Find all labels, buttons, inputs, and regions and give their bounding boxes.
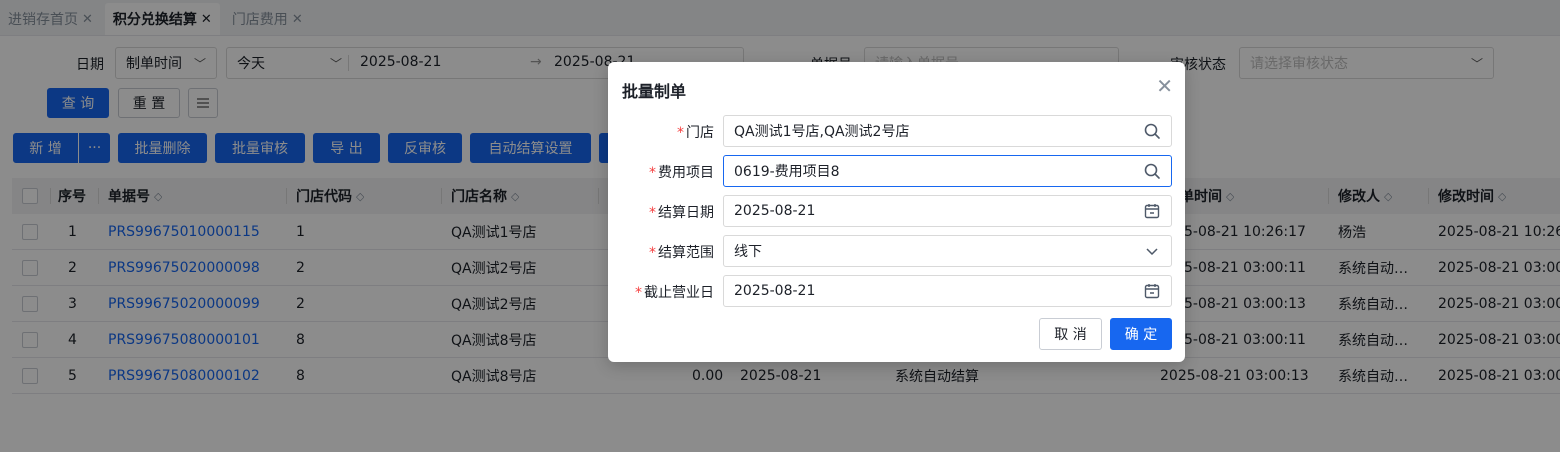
settle-date-field-row: * 结算日期 2025-08-21 (608, 195, 1185, 227)
cutoff-date-field-row: * 截止营业日 2025-08-21 (608, 275, 1185, 307)
confirm-button[interactable]: 确 定 (1110, 318, 1172, 350)
required-mark: * (649, 245, 656, 261)
search-icon[interactable] (1143, 162, 1161, 180)
chevron-down-icon (1146, 248, 1158, 256)
close-icon[interactable]: ✕ (1156, 74, 1173, 98)
store-field-row: * 门店 QA测试1号店,QA测试2号店 (608, 115, 1185, 147)
expense-item-label: * 费用项目 (649, 162, 714, 182)
required-mark: * (635, 285, 642, 301)
settle-scope-label: * 结算范围 (649, 242, 714, 262)
cutoff-date-picker[interactable]: 2025-08-21 (723, 275, 1172, 307)
settle-date-value: 2025-08-21 (734, 203, 816, 219)
required-mark: * (677, 125, 684, 141)
settle-scope-select[interactable]: 线下 (723, 235, 1172, 267)
batch-create-dialog: 批量制单 ✕ * 门店 QA测试1号店,QA测试2号店 * 费用项目 0619-费用… (608, 62, 1185, 362)
cutoff-date-label: * 截止营业日 (635, 282, 714, 302)
label-text: 截止营业日 (644, 285, 714, 301)
label-text: 门店 (686, 125, 714, 141)
calendar-icon[interactable] (1143, 202, 1161, 220)
label-text: 结算范围 (658, 245, 714, 261)
expense-item-input[interactable]: 0619-费用项目8 (723, 155, 1172, 187)
label-text: 结算日期 (658, 205, 714, 221)
required-mark: * (649, 205, 656, 221)
settle-scope-value: 线下 (734, 244, 762, 260)
store-label: * 门店 (677, 122, 714, 142)
calendar-icon[interactable] (1143, 282, 1161, 300)
cutoff-date-value: 2025-08-21 (734, 283, 816, 299)
settle-date-picker[interactable]: 2025-08-21 (723, 195, 1172, 227)
label-text: 费用项目 (658, 165, 714, 181)
settle-date-label: * 结算日期 (649, 202, 714, 222)
store-input[interactable]: QA测试1号店,QA测试2号店 (723, 115, 1172, 147)
cancel-button[interactable]: 取 消 (1039, 318, 1102, 350)
required-mark: * (649, 165, 656, 181)
dialog-title: 批量制单 (622, 82, 687, 101)
expense-item-value: 0619-费用项目8 (734, 164, 840, 180)
store-value: QA测试1号店,QA测试2号店 (734, 124, 910, 140)
search-icon[interactable] (1143, 122, 1161, 140)
expense-item-field-row: * 费用项目 0619-费用项目8 (608, 155, 1185, 187)
settle-scope-field-row: * 结算范围 线下 (608, 235, 1185, 267)
